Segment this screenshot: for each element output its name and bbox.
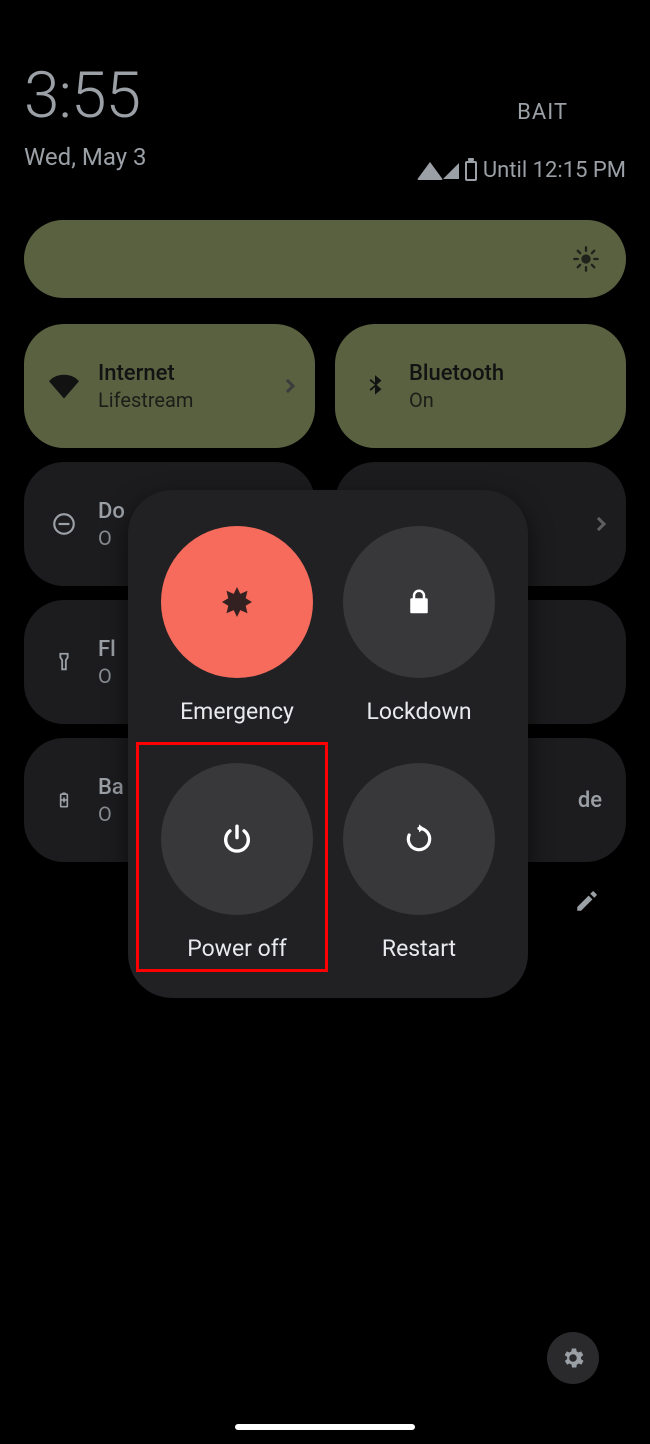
tile-title: Ba xyxy=(98,775,124,800)
gesture-nav-bar[interactable] xyxy=(235,1424,415,1430)
flashlight-icon xyxy=(48,646,80,678)
power-menu-lockdown[interactable]: Lockdown xyxy=(328,512,510,739)
brightness-icon xyxy=(572,245,600,273)
settings-button[interactable] xyxy=(547,1332,599,1384)
power-menu-label: Restart xyxy=(382,935,456,962)
power-menu-restart[interactable]: Restart xyxy=(328,749,510,976)
tile-bluetooth[interactable]: Bluetooth On xyxy=(335,324,626,448)
tile-subtitle: Lifestream xyxy=(98,388,193,412)
status-icons: Until 12:15 PM xyxy=(419,158,626,183)
wifi-icon xyxy=(48,370,80,402)
tile-title: Fl xyxy=(98,637,116,662)
tile-title: Internet xyxy=(98,361,193,386)
tile-subtitle: O xyxy=(98,526,125,550)
cellular-icon xyxy=(443,163,459,179)
battery-icon xyxy=(465,161,477,181)
dnd-icon xyxy=(48,508,80,540)
tile-title: de xyxy=(578,788,602,813)
lockdown-icon xyxy=(343,526,495,678)
power-menu-emergency[interactable]: Emergency xyxy=(146,512,328,739)
wifi-icon xyxy=(417,162,443,180)
battery-saver-icon xyxy=(48,784,80,816)
tile-title: Bluetooth xyxy=(409,361,504,386)
power-menu-label: Lockdown xyxy=(366,698,471,725)
emergency-icon xyxy=(161,526,313,678)
tile-title: Do xyxy=(98,499,125,524)
chevron-right-icon xyxy=(594,519,604,529)
brightness-slider[interactable] xyxy=(24,220,626,298)
restart-icon xyxy=(343,763,495,915)
tile-internet[interactable]: Internet Lifestream xyxy=(24,324,315,448)
edit-tiles-button[interactable] xyxy=(574,888,600,918)
tile-subtitle: O xyxy=(98,802,124,826)
bluetooth-icon xyxy=(359,370,391,402)
tile-subtitle: O xyxy=(98,664,116,688)
power-menu-label: Emergency xyxy=(180,698,294,725)
carrier-label: BAIT xyxy=(517,100,568,125)
chevron-right-icon xyxy=(283,381,293,391)
annotation-highlight-poweroff xyxy=(136,742,328,972)
tile-subtitle: On xyxy=(409,388,504,412)
battery-until-label: Until 12:15 PM xyxy=(483,158,626,183)
